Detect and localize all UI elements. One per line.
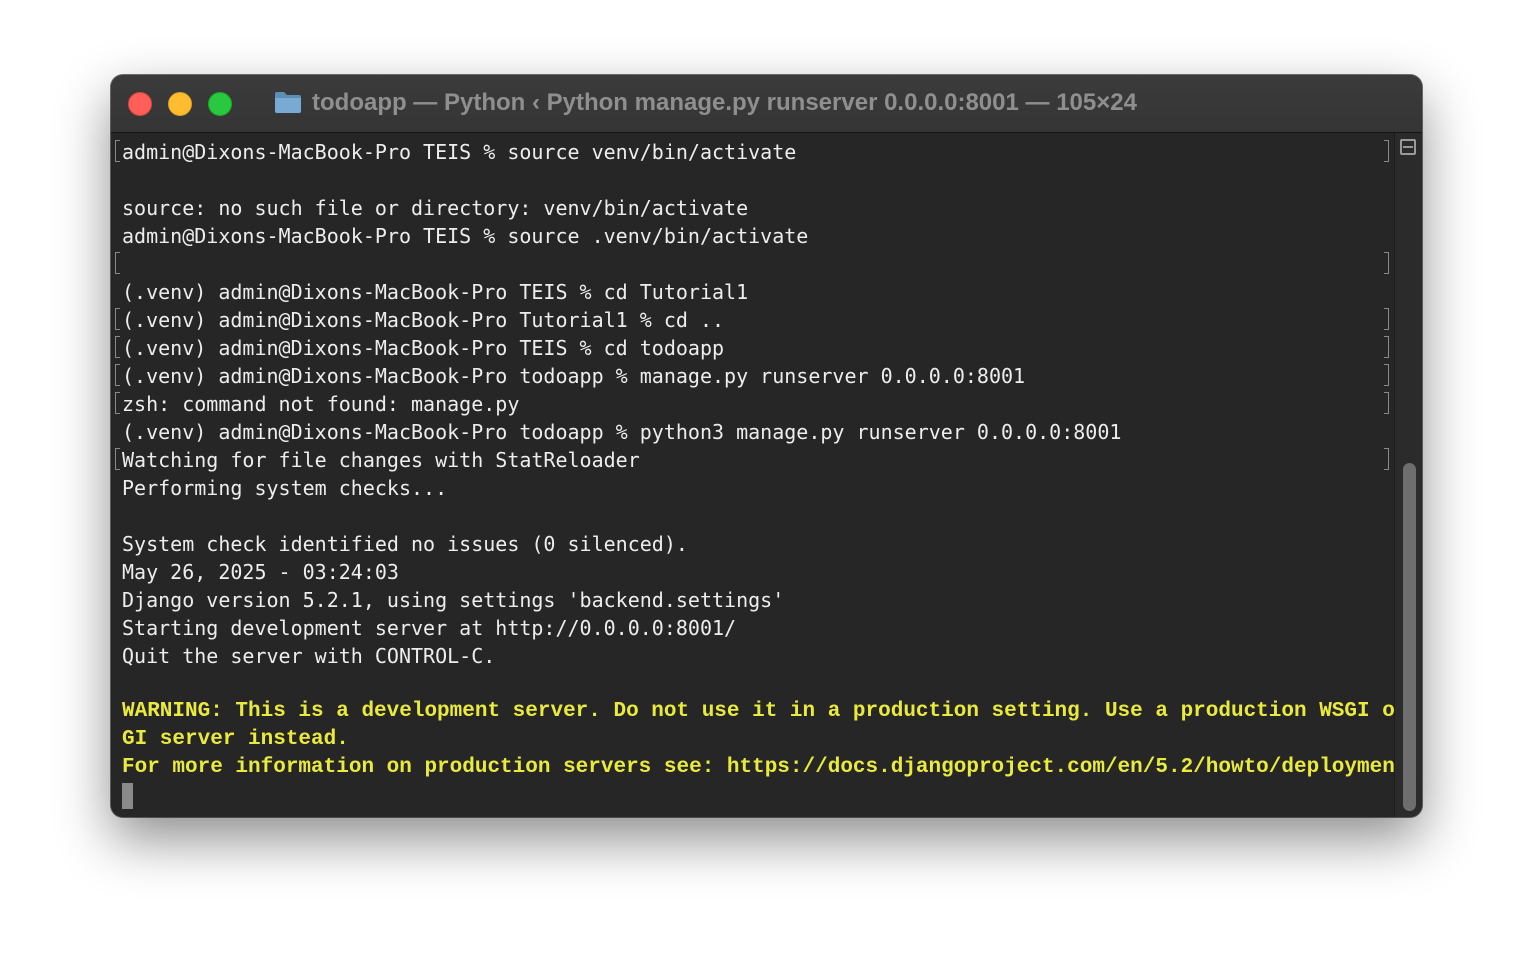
mark-bracket-left [115,364,120,386]
terminal-line: (.venv) admin@Dixons-MacBook-Pro todoapp… [122,418,1392,446]
line-text: source: no such file or directory: venv/… [122,196,749,220]
line-text: (.venv) admin@Dixons-MacBook-Pro TEIS % … [122,280,749,304]
line-text: System check identified no issues (0 sil… [122,532,688,556]
vertical-scrollbar[interactable] [1394,133,1422,817]
warning-line: For more information on production serve… [122,754,1420,782]
mark-bracket-right [1384,448,1389,470]
mark-bracket-right [1384,140,1389,162]
terminal-lines: admin@Dixons-MacBook-Pro TEIS % source v… [115,138,1422,810]
mark-bracket-right [1384,364,1389,386]
terminal-line: Watching for file changes with StatReloa… [115,446,1392,474]
terminal-line: admin@Dixons-MacBook-Pro TEIS % source v… [115,138,1392,166]
terminal-line: source: no such file or directory: venv/… [122,194,1392,222]
scroll-thumb[interactable] [1403,463,1416,811]
line-text: admin@Dixons-MacBook-Pro TEIS % source .… [122,224,809,248]
line-text: WARNING: This is a development server. D… [122,700,1422,723]
terminal-line [115,250,1392,278]
split-pane-icon[interactable] [1400,139,1416,155]
line-text: GI server instead. [122,728,349,751]
line-text: Performing system checks... [122,476,448,500]
mark-bracket-left [115,308,120,330]
mark-bracket-left [115,252,120,274]
minimize-button[interactable] [168,92,192,116]
line-text: (.venv) admin@Dixons-MacBook-Pro todoapp… [122,364,1026,388]
zoom-button[interactable] [208,92,232,116]
terminal-line: (.venv) admin@Dixons-MacBook-Pro todoapp… [115,362,1392,390]
line-text: Quit the server with CONTROL-C. [122,644,496,668]
mark-bracket-right [1384,252,1389,274]
line-text: Starting development server at http://0.… [122,616,737,640]
warning-line: GI server instead. [122,726,1392,754]
line-text: zsh: command not found: manage.py [122,392,520,416]
line-text: (.venv) admin@Dixons-MacBook-Pro Tutoria… [122,308,725,332]
terminal-line: (.venv) admin@Dixons-MacBook-Pro Tutoria… [115,306,1392,334]
mark-bracket-right [1384,308,1389,330]
terminal-line: May 26, 2025 - 03:24:03 [122,558,1392,586]
terminal-line: Django version 5.2.1, using settings 'ba… [122,586,1392,614]
terminal-line: Quit the server with CONTROL-C. [122,642,1392,670]
prompt-line[interactable] [122,782,1392,810]
mark-bracket-left [115,448,120,470]
terminal-line: (.venv) admin@Dixons-MacBook-Pro TEIS % … [115,334,1392,362]
window-title: todoapp — Python ‹ Python manage.py runs… [312,89,1137,116]
folder-icon [275,92,301,113]
mark-bracket-left [115,392,120,414]
terminal-line: admin@Dixons-MacBook-Pro TEIS % source .… [122,222,1392,250]
line-text: (.venv) admin@Dixons-MacBook-Pro todoapp… [122,420,1122,444]
line-text: (.venv) admin@Dixons-MacBook-Pro TEIS % … [122,336,725,360]
terminal-line: System check identified no issues (0 sil… [122,530,1392,558]
mark-bracket-left [115,140,120,162]
terminal-window: todoapp — Python ‹ Python manage.py runs… [111,75,1422,817]
mark-bracket-left [115,336,120,358]
terminal-line: (.venv) admin@Dixons-MacBook-Pro TEIS % … [122,278,1392,306]
mark-bracket-right [1384,392,1389,414]
line-text: May 26, 2025 - 03:24:03 [122,560,399,584]
line-text: Django version 5.2.1, using settings 'ba… [122,588,785,612]
line-text: admin@Dixons-MacBook-Pro TEIS % source v… [122,140,797,164]
close-button[interactable] [128,92,152,116]
terminal-line: Performing system checks... [122,474,1392,502]
mark-bracket-right [1384,336,1389,358]
warning-line: WARNING: This is a development server. D… [122,698,1422,726]
line-text: For more information on production serve… [122,756,1421,779]
terminal-line: Starting development server at http://0.… [122,614,1392,642]
terminal-output[interactable]: admin@Dixons-MacBook-Pro TEIS % source v… [111,133,1422,817]
title-bar[interactable]: todoapp — Python ‹ Python manage.py runs… [111,75,1422,133]
line-text: Watching for file changes with StatReloa… [122,448,640,472]
text-cursor [122,783,133,809]
terminal-line: zsh: command not found: manage.py [115,390,1392,418]
